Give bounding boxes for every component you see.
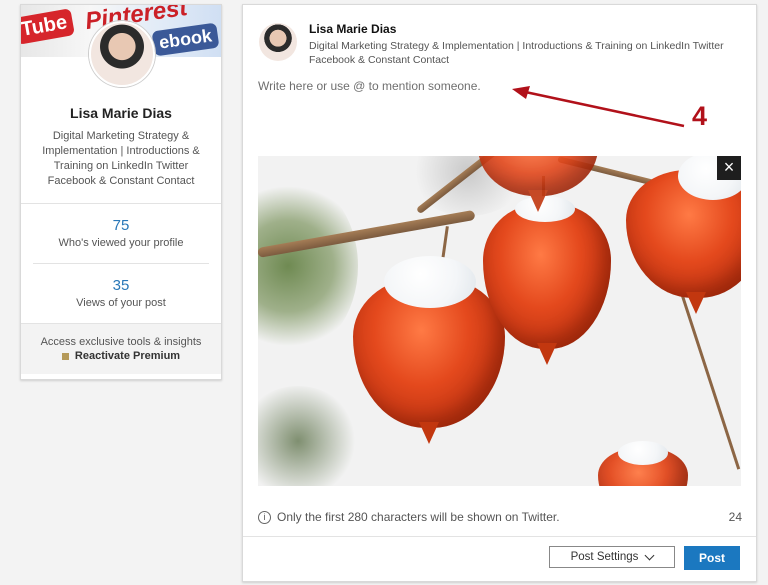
profile-name[interactable]: Lisa Marie Dias [21,105,221,121]
twitter-notice-text: Only the first 280 characters will be sh… [277,510,560,524]
annotation-arrow-line [515,88,685,128]
premium-icon [61,352,69,360]
twitter-character-notice: i Only the first 280 characters will be s… [258,510,560,525]
post-views-label: Views of your post [76,297,166,309]
info-icon: i [258,511,271,525]
profile-views-label: Who's viewed your profile [58,237,184,249]
reactivate-premium-label: Reactivate Premium [74,350,181,362]
post-views-stat[interactable]: 35 Views of your post [21,264,221,315]
post-settings-button[interactable]: Post Settings [549,546,675,568]
profile-views-count[interactable]: 75 [21,217,221,234]
reactivate-premium-link[interactable]: Reactivate Premium [27,350,215,362]
facebook-cover-logo: ebook [151,22,220,57]
profile-avatar[interactable] [89,21,155,87]
profile-headline: Digital Marketing Strategy & Implementat… [42,130,200,187]
annotation-number: 4 [692,101,708,131]
author-headline: Digital Marketing Strategy & Implementat… [309,40,724,66]
youtube-cover-logo: Tube [21,8,76,45]
premium-section: Access exclusive tools & insights Reacti… [21,324,221,374]
premium-text: Access exclusive tools & insights [40,336,202,348]
annotation-arrow-head [512,86,530,99]
author-name: Lisa Marie Dias [309,22,397,36]
profile-views-stat[interactable]: 75 Who's viewed your profile [21,204,221,255]
profile-card: Tube Pinterest ebook Lisa Marie Dias Dig… [20,4,222,380]
post-views-count[interactable]: 35 [21,277,221,294]
character-count: 24 [728,510,742,524]
composer-divider [243,536,756,537]
post-settings-label: Post Settings [570,551,639,563]
attached-image: × [258,156,741,486]
remove-image-close-icon[interactable]: × [717,156,741,180]
annotation-arrow [512,86,685,128]
author-avatar [259,23,297,61]
post-button[interactable]: Post [684,546,740,570]
chevron-down-icon [644,550,655,560]
